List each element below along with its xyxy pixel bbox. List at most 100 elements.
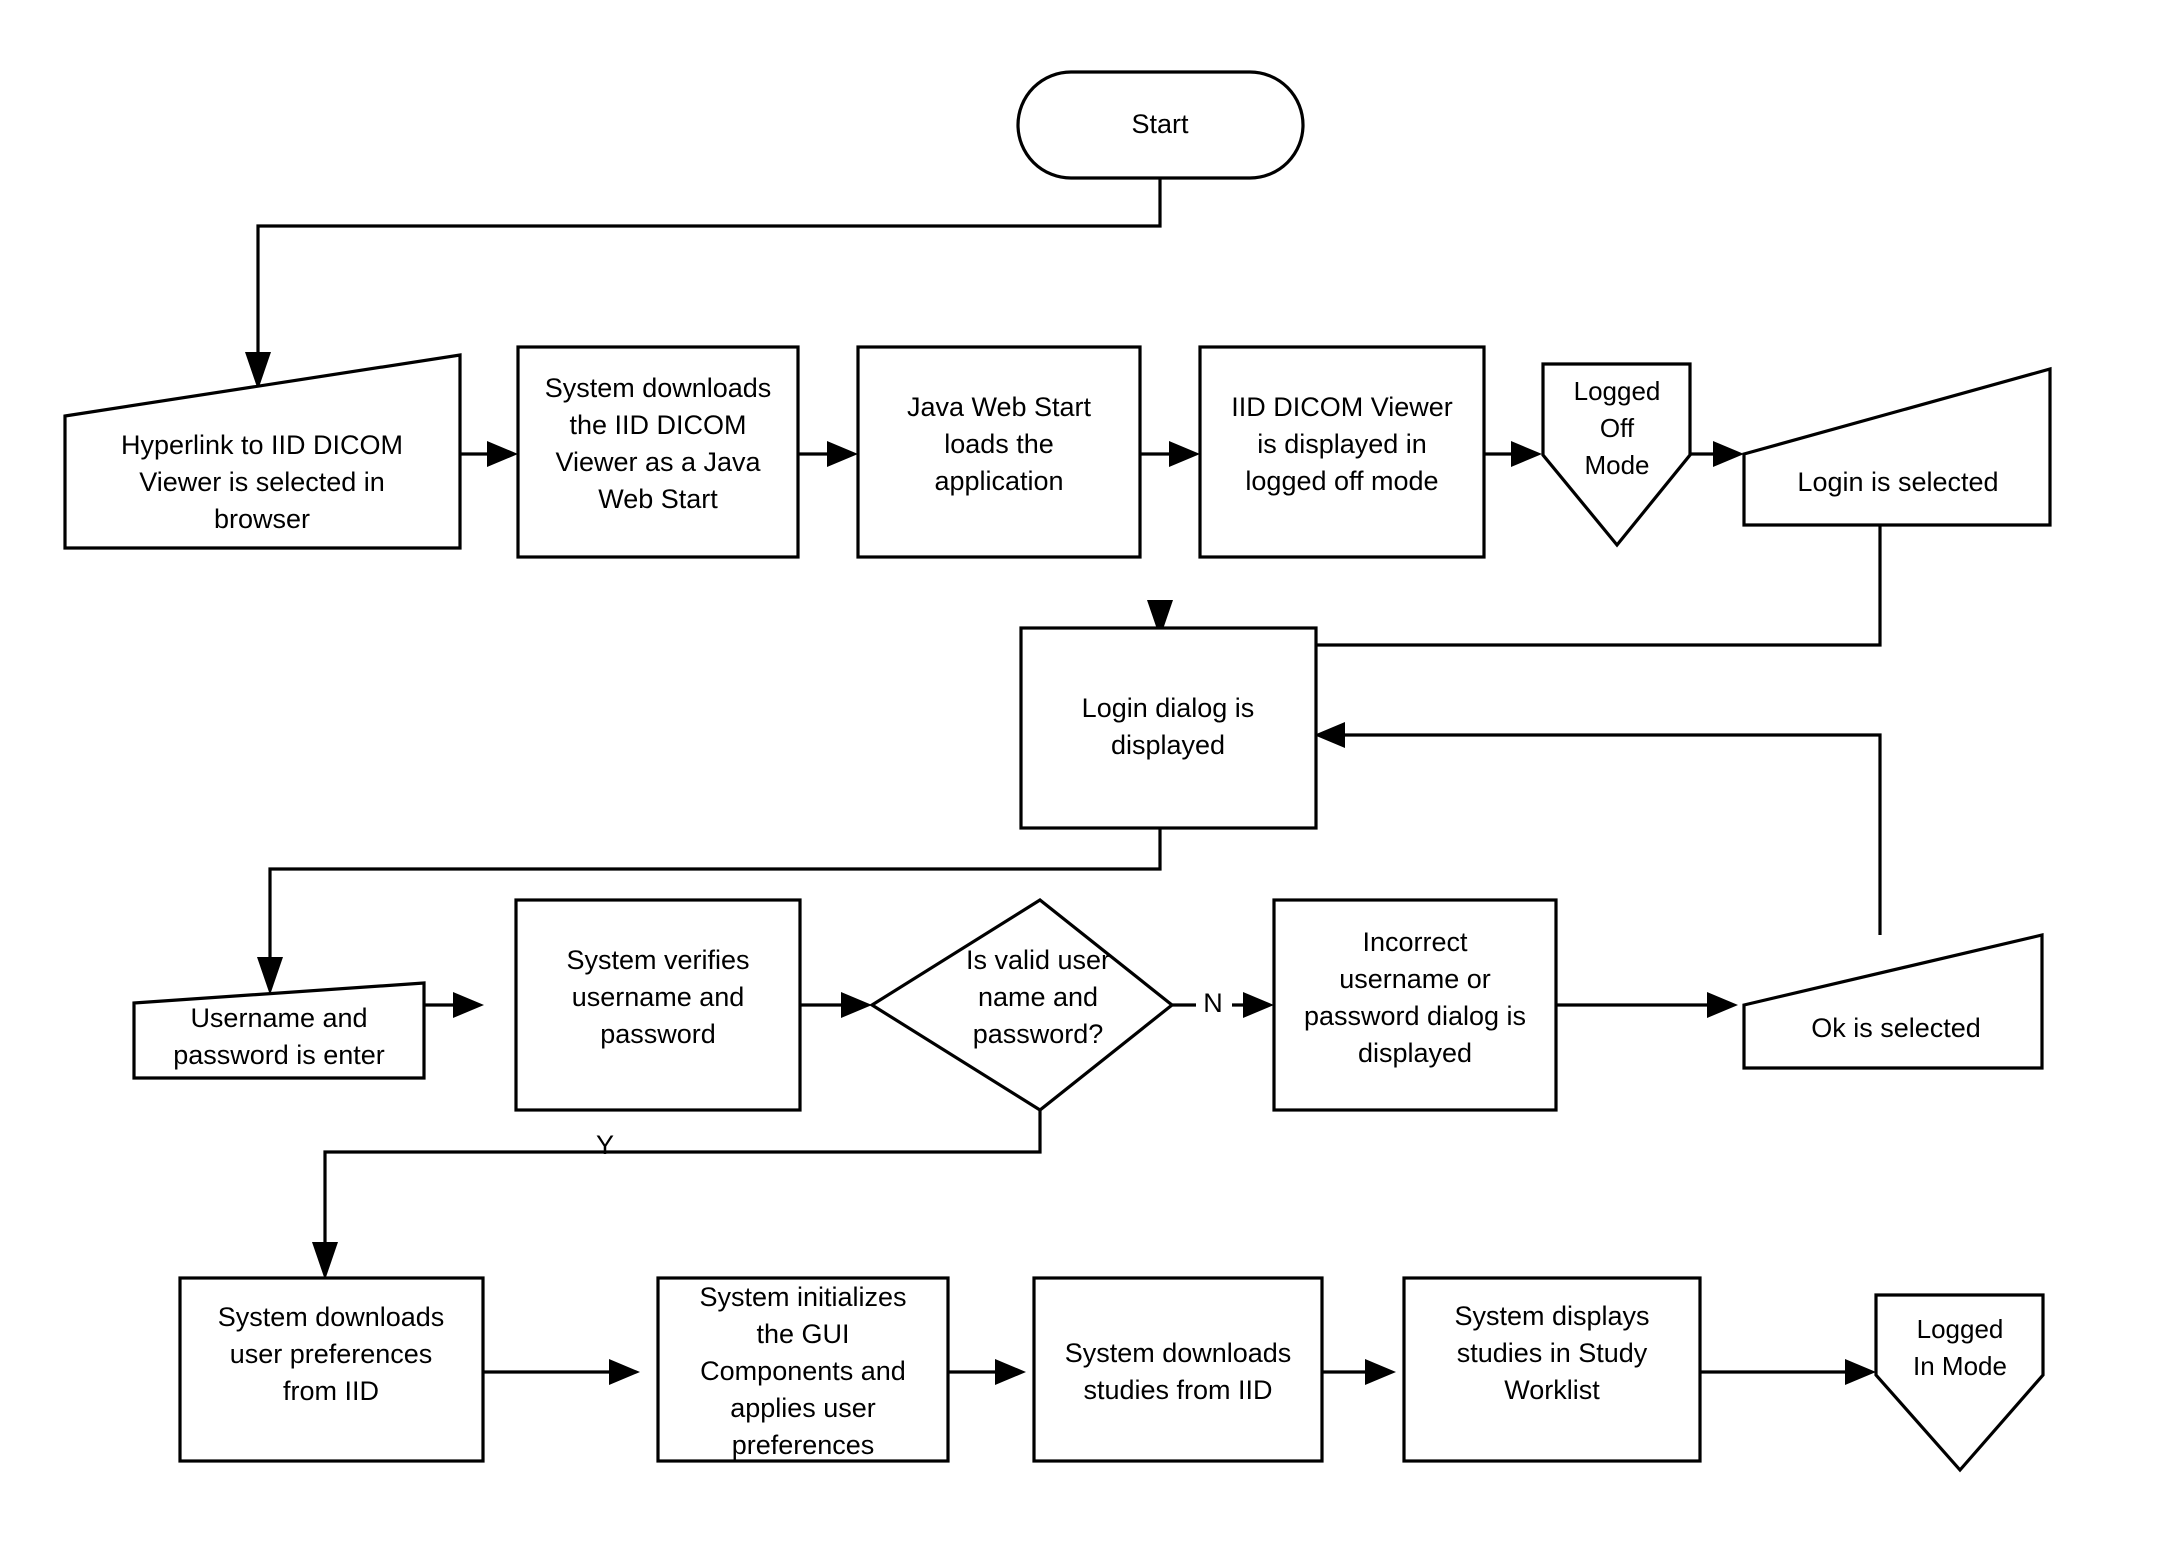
node-ok-selected[interactable]: Ok is selected bbox=[1742, 932, 2044, 1070]
node-display-studies[interactable]: System displays studies in Study Worklis… bbox=[1402, 1276, 1702, 1463]
node-verify[interactable]: System verifies username and password bbox=[514, 898, 802, 1112]
node-incorrect-dialog-line-3: password dialog is bbox=[1304, 1001, 1526, 1031]
node-verify-line-1: System verifies bbox=[566, 945, 749, 975]
node-init-gui-line-3: Components and bbox=[700, 1356, 906, 1386]
node-logged-off-view-line-2: is displayed in bbox=[1257, 429, 1427, 459]
arrowhead-icon bbox=[609, 1359, 640, 1385]
node-decision-line-3: password? bbox=[973, 1019, 1104, 1049]
arrowhead-icon bbox=[1707, 992, 1738, 1018]
arrowhead-icon bbox=[1169, 441, 1200, 467]
node-verify-line-3: password bbox=[600, 1019, 716, 1049]
node-incorrect-dialog[interactable]: Incorrect username or password dialog is… bbox=[1272, 898, 1558, 1112]
node-logged-in-mode-line-1: Logged bbox=[1917, 1314, 2004, 1344]
arrowhead-icon bbox=[1243, 992, 1274, 1018]
node-download-studies-line-1: System downloads bbox=[1065, 1338, 1292, 1368]
node-start-label: Start bbox=[1131, 109, 1189, 139]
node-download-line-4: Web Start bbox=[598, 484, 718, 514]
node-download-studies[interactable]: System downloads studies from IID bbox=[1032, 1276, 1324, 1463]
node-incorrect-dialog-line-4: displayed bbox=[1358, 1038, 1472, 1068]
edge-initgui-to-dlstudies bbox=[948, 1359, 1026, 1385]
node-logged-off-mode-line-3: Mode bbox=[1584, 450, 1649, 480]
node-hyperlink-line-3: browser bbox=[214, 504, 310, 534]
edge-hyperlink-to-download bbox=[460, 441, 518, 467]
node-decision-valid-credentials[interactable]: Is valid user name and password? bbox=[868, 898, 1175, 1112]
node-login-dialog[interactable]: Login dialog is displayed bbox=[1019, 626, 1318, 830]
node-logged-off-view-line-3: logged off mode bbox=[1245, 466, 1438, 496]
edge-decision-to-incorrect: N bbox=[1172, 988, 1274, 1018]
node-init-gui-line-1: System initializes bbox=[699, 1282, 906, 1312]
node-jws-line-3: application bbox=[934, 466, 1063, 496]
edge-decision-to-prefs: Y bbox=[312, 1110, 1042, 1280]
node-username-password[interactable]: Username and password is enter bbox=[132, 981, 426, 1080]
edge-download-to-jws bbox=[798, 441, 858, 467]
edge-dlstudies-to-dispstudies bbox=[1322, 1359, 1396, 1385]
arrowhead-icon bbox=[1511, 441, 1542, 467]
node-logged-in-mode[interactable]: Logged In Mode bbox=[1874, 1293, 2045, 1473]
node-incorrect-dialog-line-2: username or bbox=[1339, 964, 1491, 994]
arrowhead-icon bbox=[995, 1359, 1026, 1385]
arrowhead-icon bbox=[257, 957, 283, 995]
node-logged-off-view[interactable]: IID DICOM Viewer is displayed in logged … bbox=[1198, 345, 1486, 559]
arrowhead-icon bbox=[312, 1242, 338, 1280]
edge-prefs-to-initgui bbox=[483, 1359, 640, 1385]
edge-loggedoffmode-to-loginselected bbox=[1690, 441, 1744, 467]
edge-label-yes: Y bbox=[596, 1130, 614, 1160]
edge-jws-to-loggedoffview bbox=[1140, 441, 1200, 467]
arrowhead-icon bbox=[1365, 1359, 1396, 1385]
node-download-studies-line-2: studies from IID bbox=[1083, 1375, 1272, 1405]
node-logged-off-mode-line-2: Off bbox=[1600, 413, 1635, 443]
edge-userpass-to-verify bbox=[424, 992, 484, 1018]
node-jws-line-1: Java Web Start bbox=[907, 392, 1092, 422]
node-start[interactable]: Start bbox=[1016, 70, 1305, 180]
node-download[interactable]: System downloads the IID DICOM Viewer as… bbox=[516, 345, 800, 559]
node-logged-off-mode-line-1: Logged bbox=[1574, 376, 1661, 406]
arrowhead-icon bbox=[1845, 1359, 1876, 1385]
arrowhead-icon bbox=[1314, 722, 1345, 748]
node-download-line-2: the IID DICOM bbox=[569, 410, 746, 440]
node-init-gui-line-2: the GUI bbox=[756, 1319, 849, 1349]
node-username-password-line-1: Username and bbox=[190, 1003, 367, 1033]
node-download-line-1: System downloads bbox=[545, 373, 772, 403]
node-jws[interactable]: Java Web Start loads the application bbox=[856, 345, 1142, 559]
node-login-selected-label: Login is selected bbox=[1797, 467, 1998, 497]
node-download-preferences[interactable]: System downloads user preferences from I… bbox=[178, 1276, 485, 1463]
node-init-gui-line-5: preferences bbox=[732, 1430, 875, 1460]
node-logged-off-view-line-1: IID DICOM Viewer bbox=[1231, 392, 1453, 422]
node-init-gui[interactable]: System initializes the GUI Components an… bbox=[656, 1276, 950, 1463]
node-login-dialog-line-1: Login dialog is bbox=[1082, 693, 1255, 723]
node-init-gui-line-4: applies user bbox=[730, 1393, 876, 1423]
arrowhead-icon bbox=[487, 441, 518, 467]
node-logged-off-mode[interactable]: Logged Off Mode bbox=[1541, 362, 1692, 548]
node-login-dialog-line-2: displayed bbox=[1111, 730, 1225, 760]
edge-verify-to-decision bbox=[800, 992, 872, 1018]
edge-incorrect-to-okselected bbox=[1556, 992, 1738, 1018]
node-download-preferences-line-1: System downloads bbox=[218, 1302, 445, 1332]
arrowhead-icon bbox=[827, 441, 858, 467]
edge-label-no: N bbox=[1203, 988, 1223, 1018]
node-display-studies-line-2: studies in Study bbox=[1457, 1338, 1648, 1368]
node-hyperlink-line-1: Hyperlink to IID DICOM bbox=[121, 430, 403, 460]
node-incorrect-dialog-line-1: Incorrect bbox=[1362, 927, 1468, 957]
node-decision-line-1: Is valid user bbox=[966, 945, 1110, 975]
node-verify-line-2: username and bbox=[572, 982, 745, 1012]
node-display-studies-line-1: System displays bbox=[1454, 1301, 1649, 1331]
node-display-studies-line-3: Worklist bbox=[1504, 1375, 1600, 1405]
flowchart-diagram: N Y Start Hyperlink to IID DICOM Viewer … bbox=[63, 70, 2052, 1473]
node-decision-line-2: name and bbox=[978, 982, 1098, 1012]
node-hyperlink[interactable]: Hyperlink to IID DICOM Viewer is selecte… bbox=[63, 353, 462, 550]
node-download-preferences-line-2: user preferences bbox=[230, 1339, 433, 1369]
edge-loggedoffview-to-loggedoffmode bbox=[1484, 441, 1542, 467]
node-download-preferences-line-3: from IID bbox=[283, 1376, 379, 1406]
arrowhead-icon bbox=[1713, 441, 1744, 467]
arrowhead-icon bbox=[841, 992, 872, 1018]
node-hyperlink-line-2: Viewer is selected in bbox=[139, 467, 385, 497]
node-ok-selected-label: Ok is selected bbox=[1811, 1013, 1981, 1043]
node-logged-in-mode-line-2: In Mode bbox=[1913, 1351, 2007, 1381]
node-jws-line-2: loads the bbox=[944, 429, 1054, 459]
flowchart-canvas: N Y Start Hyperlink to IID DICOM Viewer … bbox=[0, 0, 2176, 1555]
node-login-selected[interactable]: Login is selected bbox=[1742, 366, 2052, 527]
edge-dispstudies-to-loggedinmode bbox=[1700, 1359, 1876, 1385]
node-username-password-line-2: password is enter bbox=[173, 1040, 385, 1070]
arrowhead-icon bbox=[453, 992, 484, 1018]
node-download-line-3: Viewer as a Java bbox=[555, 447, 761, 477]
